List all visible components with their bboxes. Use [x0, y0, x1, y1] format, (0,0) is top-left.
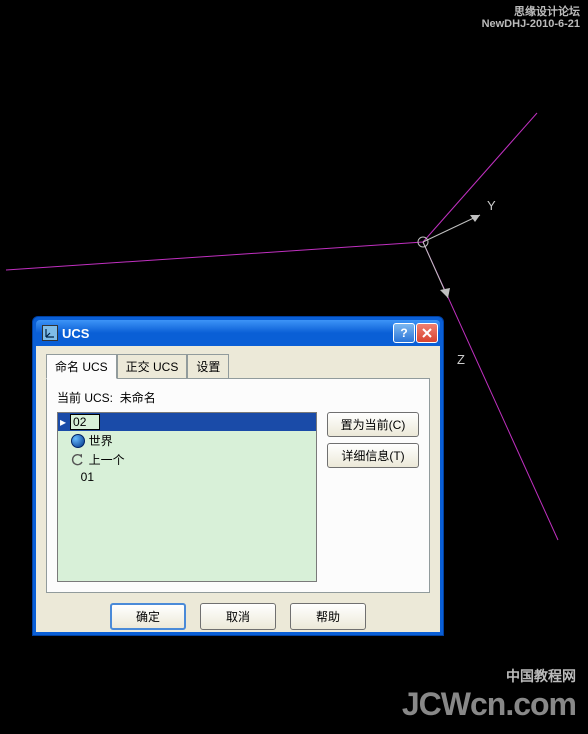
- details-button[interactable]: 详细信息(T): [327, 443, 419, 468]
- close-icon: [422, 328, 432, 338]
- current-ucs-label: 当前 UCS: 未命名: [57, 389, 419, 406]
- tab-named-ucs[interactable]: 命名 UCS: [46, 354, 117, 379]
- dialog-titlebar[interactable]: UCS ?: [36, 320, 440, 346]
- tab-panel-named: 当前 UCS: 未命名 ▸ 世界: [46, 378, 430, 593]
- help-button[interactable]: 帮助: [290, 603, 366, 630]
- set-current-button[interactable]: 置为当前(C): [327, 412, 419, 437]
- dialog-footer: 确定 取消 帮助: [46, 603, 430, 630]
- list-item-editing[interactable]: ▸: [58, 413, 316, 431]
- ok-button[interactable]: 确定: [110, 603, 186, 630]
- ucs-list[interactable]: ▸ 世界 上一个 01: [57, 412, 317, 582]
- list-item-01[interactable]: 01: [58, 469, 316, 485]
- watermark-top: 思缘设计论坛 NewDHJ-2010-6-21: [482, 6, 580, 30]
- globe-icon: [71, 434, 85, 448]
- ucs-name-input[interactable]: [70, 414, 100, 430]
- z-axis-label: Z: [457, 352, 465, 367]
- y-axis-label: Y: [487, 198, 496, 213]
- previous-icon: [71, 453, 85, 467]
- watermark-bottom: 中国教程网 JCWcn.com: [402, 666, 576, 723]
- list-item-previous[interactable]: 上一个: [58, 450, 316, 469]
- ucs-dialog: UCS ? 命名 UCS 正交 UCS 设置 当前 UCS: 未命名 ▸: [32, 316, 444, 636]
- dialog-title: UCS: [62, 326, 393, 341]
- help-button-icon[interactable]: ?: [393, 323, 415, 343]
- ucs-icon: [42, 325, 58, 341]
- tab-bar: 命名 UCS 正交 UCS 设置: [46, 354, 430, 378]
- tab-settings[interactable]: 设置: [187, 354, 229, 378]
- tab-orthographic-ucs[interactable]: 正交 UCS: [117, 354, 188, 378]
- close-button[interactable]: [416, 323, 438, 343]
- list-item-world[interactable]: 世界: [58, 431, 316, 450]
- cancel-button[interactable]: 取消: [200, 603, 276, 630]
